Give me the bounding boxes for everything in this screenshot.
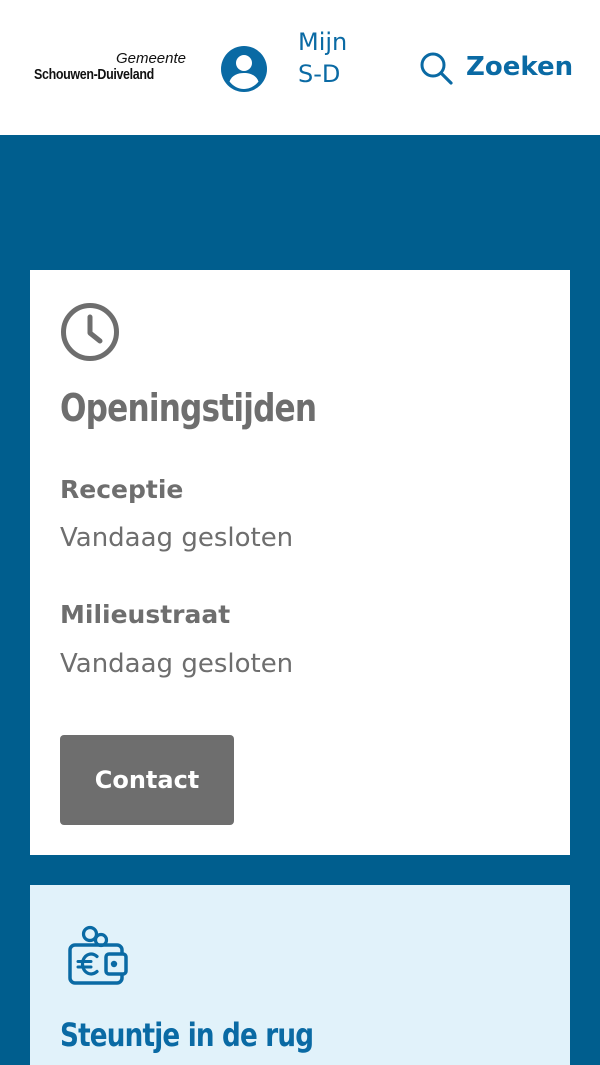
location-name-reception: Receptie (60, 475, 184, 504)
opening-hours-title: Openingstijden (60, 386, 317, 430)
site-header: Gemeente Schouwen-Duiveland Mijn S-D Zoe… (0, 0, 600, 135)
opening-hours-card: Openingstijden Receptie Vandaag gesloten… (30, 270, 570, 855)
location-name-milieustraat: Milieustraat (60, 600, 231, 629)
my-account-label-line1: Mijn (298, 28, 348, 56)
clock-icon (61, 303, 119, 361)
my-account-label-line2: S-D (298, 60, 341, 88)
location-status-milieustraat: Vandaag gesloten (60, 649, 294, 679)
search-label: Zoeken (466, 52, 574, 82)
contact-button[interactable]: Contact (60, 735, 234, 825)
wallet-euro-icon (68, 925, 128, 985)
search-icon (420, 52, 453, 85)
user-circle-icon (221, 46, 267, 92)
my-account-label: Mijn S-D (298, 26, 378, 90)
location-status-reception: Vandaag gesloten (60, 523, 294, 553)
logo-line-name: Schouwen-Duiveland (34, 67, 154, 83)
support-card[interactable]: Steuntje in de rug (30, 885, 570, 1065)
site-logo[interactable]: Gemeente Schouwen-Duiveland (34, 50, 194, 90)
support-card-title: Steuntje in de rug (60, 1016, 314, 1054)
